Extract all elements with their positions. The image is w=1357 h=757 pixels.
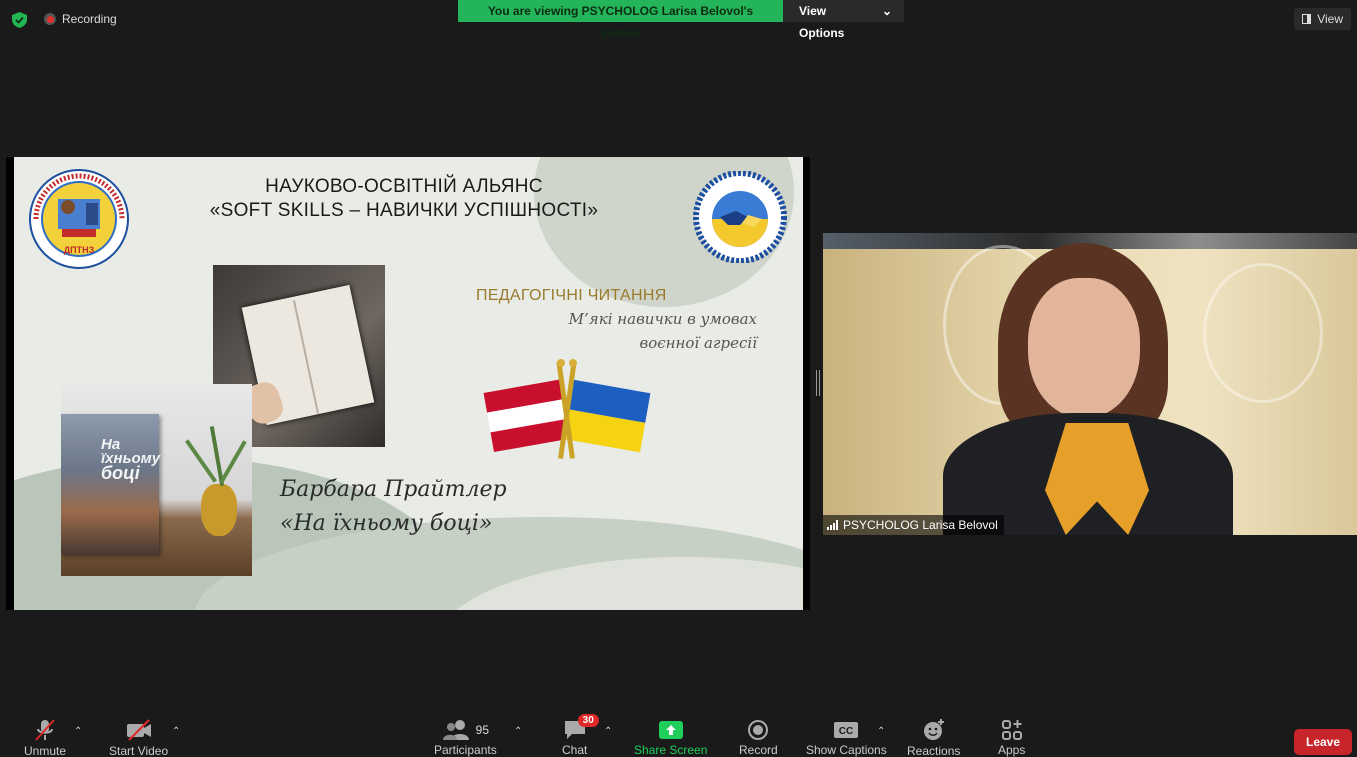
slide-title: НАУКОВО-ОСВІТНІЙ АЛЬЯНС «SOFT SKILLS – Н…: [204, 175, 604, 223]
reactions-button[interactable]: Reactions: [907, 718, 960, 757]
section-subtitle-line1: М’які навички в умовах: [568, 310, 757, 328]
view-button[interactable]: View: [1294, 8, 1351, 30]
participant-name-tag: PSYCHOLOG Larisa Belovol: [823, 515, 1004, 535]
book-cover-photo: На їхньому боці: [61, 384, 252, 576]
book-title: «На їхньому боці»: [280, 511, 493, 536]
speaker-face: [1028, 278, 1140, 418]
participant-name: PSYCHOLOG Larisa Belovol: [843, 518, 998, 532]
apps-button[interactable]: Apps: [998, 718, 1025, 757]
view-label: View: [1317, 12, 1343, 26]
svg-text:ДПТНЗ: ДПТНЗ: [64, 245, 95, 255]
apps-label: Apps: [998, 743, 1026, 757]
book-cover: На їхньому боці: [61, 414, 160, 554]
video-off-icon: [125, 718, 153, 742]
section-title: ПЕДАГОГІЧНІ ЧИТАННЯ: [476, 287, 667, 304]
record-button[interactable]: Record: [739, 718, 778, 757]
recording-indicator[interactable]: Recording: [44, 12, 117, 26]
presentation-slide: ДПТНЗ НАУКОВО-ОСВІТНІЙ АЛЬЯНС «SOFT SKIL…: [14, 157, 803, 610]
muted-mic-icon: [33, 718, 57, 742]
slide-title-line2: «SOFT SKILLS – НАВИЧКИ УСПІШНОСТІ»: [209, 200, 599, 221]
participants-button[interactable]: 95 Participants: [434, 718, 497, 757]
captions-icon: CC: [833, 718, 859, 741]
share-screen-label: Share Screen: [634, 743, 708, 757]
video-options-caret[interactable]: ⌃: [172, 726, 180, 737]
chat-button[interactable]: 30 Chat: [562, 714, 599, 757]
shield-check-icon[interactable]: [12, 12, 27, 28]
participants-icon: 95: [442, 718, 489, 741]
section-subtitle: М’які навички в умовах воєнної агресії: [569, 307, 757, 355]
view-options-button[interactable]: View Options ⌄: [783, 0, 904, 40]
shared-screen[interactable]: ДПТНЗ НАУКОВО-ОСВІТНІЙ АЛЬЯНС «SOFT SKIL…: [6, 157, 810, 610]
start-video-label: Start Video: [109, 744, 169, 757]
record-label: Record: [739, 743, 778, 757]
show-captions-label: Show Captions: [806, 743, 887, 757]
record-icon: [747, 718, 769, 741]
speaker-video-tile[interactable]: PSYCHOLOG Larisa Belovol: [823, 233, 1357, 535]
participants-options-caret[interactable]: ⌃: [514, 726, 522, 737]
view-options-label: View Options: [799, 4, 845, 40]
slide-title-line1: НАУКОВО-ОСВІТНІЙ АЛЬЯНС: [265, 176, 543, 197]
captions-options-caret[interactable]: ⌃: [877, 726, 885, 737]
zoom-meeting-window: Recording You are viewing PSYCHOLOG Lari…: [0, 0, 1357, 757]
plant-pot: [201, 484, 237, 536]
alliance-logo: [693, 171, 787, 263]
screen-share-banner: You are viewing PSYCHOLOG Larisa Belovol…: [458, 0, 904, 40]
author-name: Барбара Прайтлер: [280, 477, 507, 502]
chat-icon: 30: [563, 714, 599, 741]
share-screen-button[interactable]: Share Screen: [634, 718, 707, 757]
show-captions-button[interactable]: CC Show Captions: [806, 718, 887, 757]
college-logo: ДПТНЗ: [29, 169, 129, 269]
chat-options-caret[interactable]: ⌃: [604, 726, 612, 737]
smiley-plus-icon: [922, 718, 946, 742]
reactions-label: Reactions: [907, 744, 961, 757]
participants-count: 95: [475, 722, 490, 737]
start-video-button[interactable]: Start Video: [109, 718, 168, 757]
plant-leaves: [179, 426, 252, 486]
svg-text:CC: CC: [839, 726, 853, 737]
wallpaper-swirl: [1203, 263, 1323, 403]
audio-options-caret[interactable]: ⌃: [74, 726, 82, 737]
resize-handle[interactable]: [816, 370, 820, 396]
chevron-down-icon: ⌄: [881, 4, 892, 18]
unmute-label: Unmute: [24, 744, 67, 757]
book-cover-title: На їхньому боці: [101, 437, 160, 483]
leave-button[interactable]: Leave: [1294, 729, 1352, 755]
signal-bars-icon: [827, 520, 838, 530]
unmute-button[interactable]: Unmute: [24, 718, 66, 757]
apps-icon: [1001, 718, 1023, 741]
participants-label: Participants: [434, 743, 497, 757]
book-cover-title-line3: боці: [101, 463, 140, 483]
recording-label: Recording: [62, 12, 117, 26]
chat-unread-badge: 30: [577, 714, 599, 727]
section-subtitle-line2: воєнної агресії: [639, 334, 757, 352]
chat-label: Chat: [562, 743, 588, 757]
layout-icon: [1302, 14, 1312, 24]
viewing-screen-text: You are viewing PSYCHOLOG Larisa Belovol…: [458, 0, 783, 40]
share-screen-icon: [658, 718, 684, 741]
austria-ukraine-flags: [483, 359, 651, 459]
author-block: Барбара Прайтлер «На їхньому боці»: [280, 473, 507, 541]
record-dot-icon: [44, 13, 56, 25]
